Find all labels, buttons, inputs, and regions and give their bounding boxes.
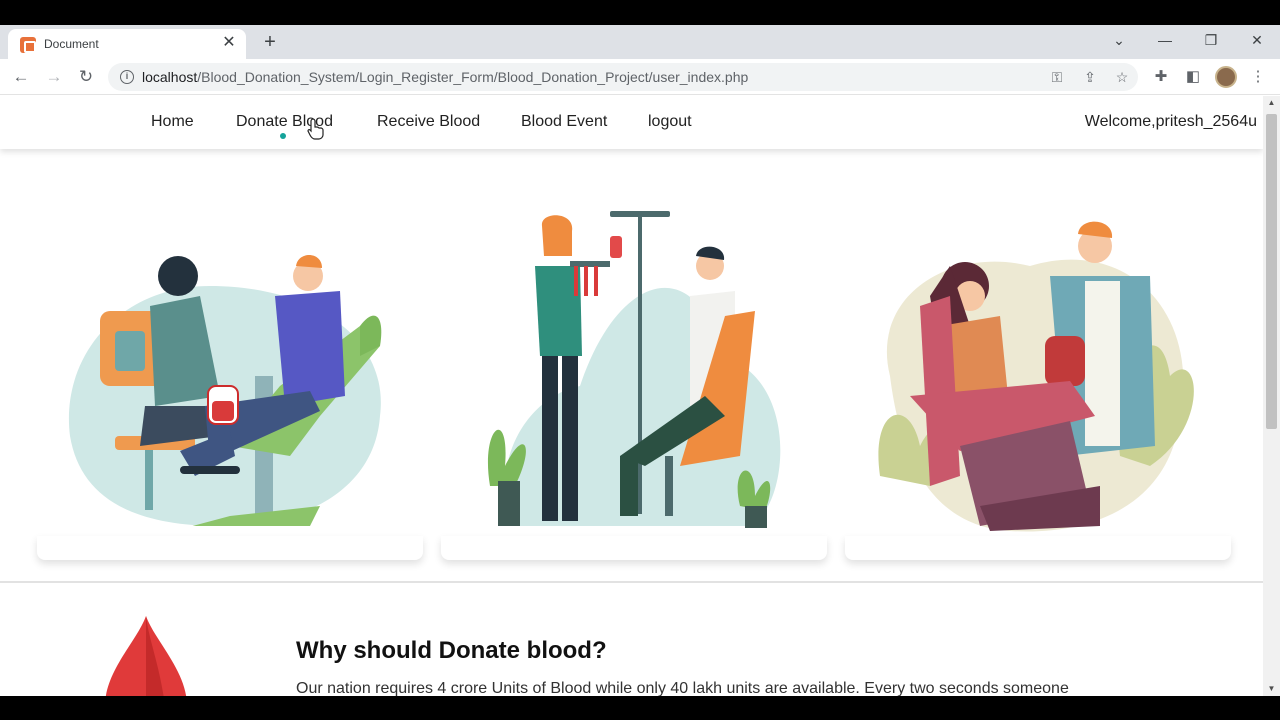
forward-button[interactable]: →	[43, 66, 65, 88]
url-text[interactable]: localhost/Blood_Donation_System/Login_Re…	[142, 69, 748, 85]
close-tab-icon[interactable]: ✕	[220, 34, 238, 52]
restore-button[interactable]: ❐	[1196, 29, 1226, 51]
address-bar[interactable]: i localhost/Blood_Donation_System/Login_…	[108, 63, 1138, 91]
screen: Document ✕ + ⌄ — ❐ ✕ ← → ↻ i localhost/B…	[0, 0, 1280, 720]
back-button[interactable]: ←	[10, 66, 32, 88]
scroll-down-icon[interactable]: ▼	[1263, 682, 1280, 696]
scroll-up-icon[interactable]: ▲	[1263, 96, 1280, 110]
share-icon[interactable]: ⇪	[1081, 68, 1099, 86]
favicon-icon	[20, 37, 36, 53]
new-tab-button[interactable]: +	[259, 31, 281, 53]
tab-strip: Document ✕ + ⌄ — ❐ ✕	[0, 25, 1280, 59]
card-1	[37, 536, 423, 560]
section-text: Our nation requires 4 crore Units of Blo…	[296, 680, 1069, 696]
close-window-button[interactable]: ✕	[1242, 29, 1272, 51]
tab-title: Document	[44, 37, 99, 51]
key-icon[interactable]: ⚿	[1048, 68, 1066, 86]
info-icon[interactable]: i	[120, 70, 134, 84]
browser-tab[interactable]: Document ✕	[8, 29, 246, 59]
active-indicator	[280, 133, 286, 139]
nav-home[interactable]: Home	[151, 113, 194, 131]
reload-button[interactable]: ↻	[75, 66, 97, 88]
browser-toolbar: ← → ↻ i localhost/Blood_Donation_System/…	[0, 59, 1280, 95]
card-2	[441, 536, 827, 560]
nav-receive-blood[interactable]: Receive Blood	[377, 113, 480, 131]
hand-cursor-icon	[307, 118, 324, 140]
sidebar-icon[interactable]: ◧	[1182, 66, 1204, 88]
donation-illustration-1	[68, 254, 382, 526]
nav-blood-event[interactable]: Blood Event	[521, 113, 607, 131]
blood-drop-icon	[105, 616, 187, 696]
tab-search-icon[interactable]: ⌄	[1104, 29, 1134, 51]
donation-illustration-3	[878, 221, 1194, 532]
scroll-thumb[interactable]	[1266, 114, 1277, 429]
page-viewport: Home Donate Blood Receive Blood Blood Ev…	[0, 96, 1263, 696]
menu-icon[interactable]: ⋮	[1247, 66, 1269, 88]
minimize-button[interactable]: —	[1150, 29, 1180, 51]
page-scrollbar[interactable]: ▲ ▼	[1263, 96, 1280, 696]
section-title: Why should Donate blood?	[296, 637, 607, 664]
browser-window: Document ✕ + ⌄ — ❐ ✕ ← → ↻ i localhost/B…	[0, 25, 1280, 696]
extensions-icon[interactable]: ✚	[1150, 66, 1172, 88]
card-3	[845, 536, 1231, 560]
site-navbar: Home Donate Blood Receive Blood Blood Ev…	[0, 96, 1263, 149]
welcome-user: Welcome,pritesh_2564u	[1084, 113, 1257, 130]
star-icon[interactable]: ☆	[1113, 68, 1131, 86]
section-divider	[0, 581, 1263, 583]
nav-logout[interactable]: logout	[648, 113, 692, 131]
donation-illustration-2	[487, 211, 781, 528]
profile-avatar[interactable]	[1215, 66, 1237, 88]
